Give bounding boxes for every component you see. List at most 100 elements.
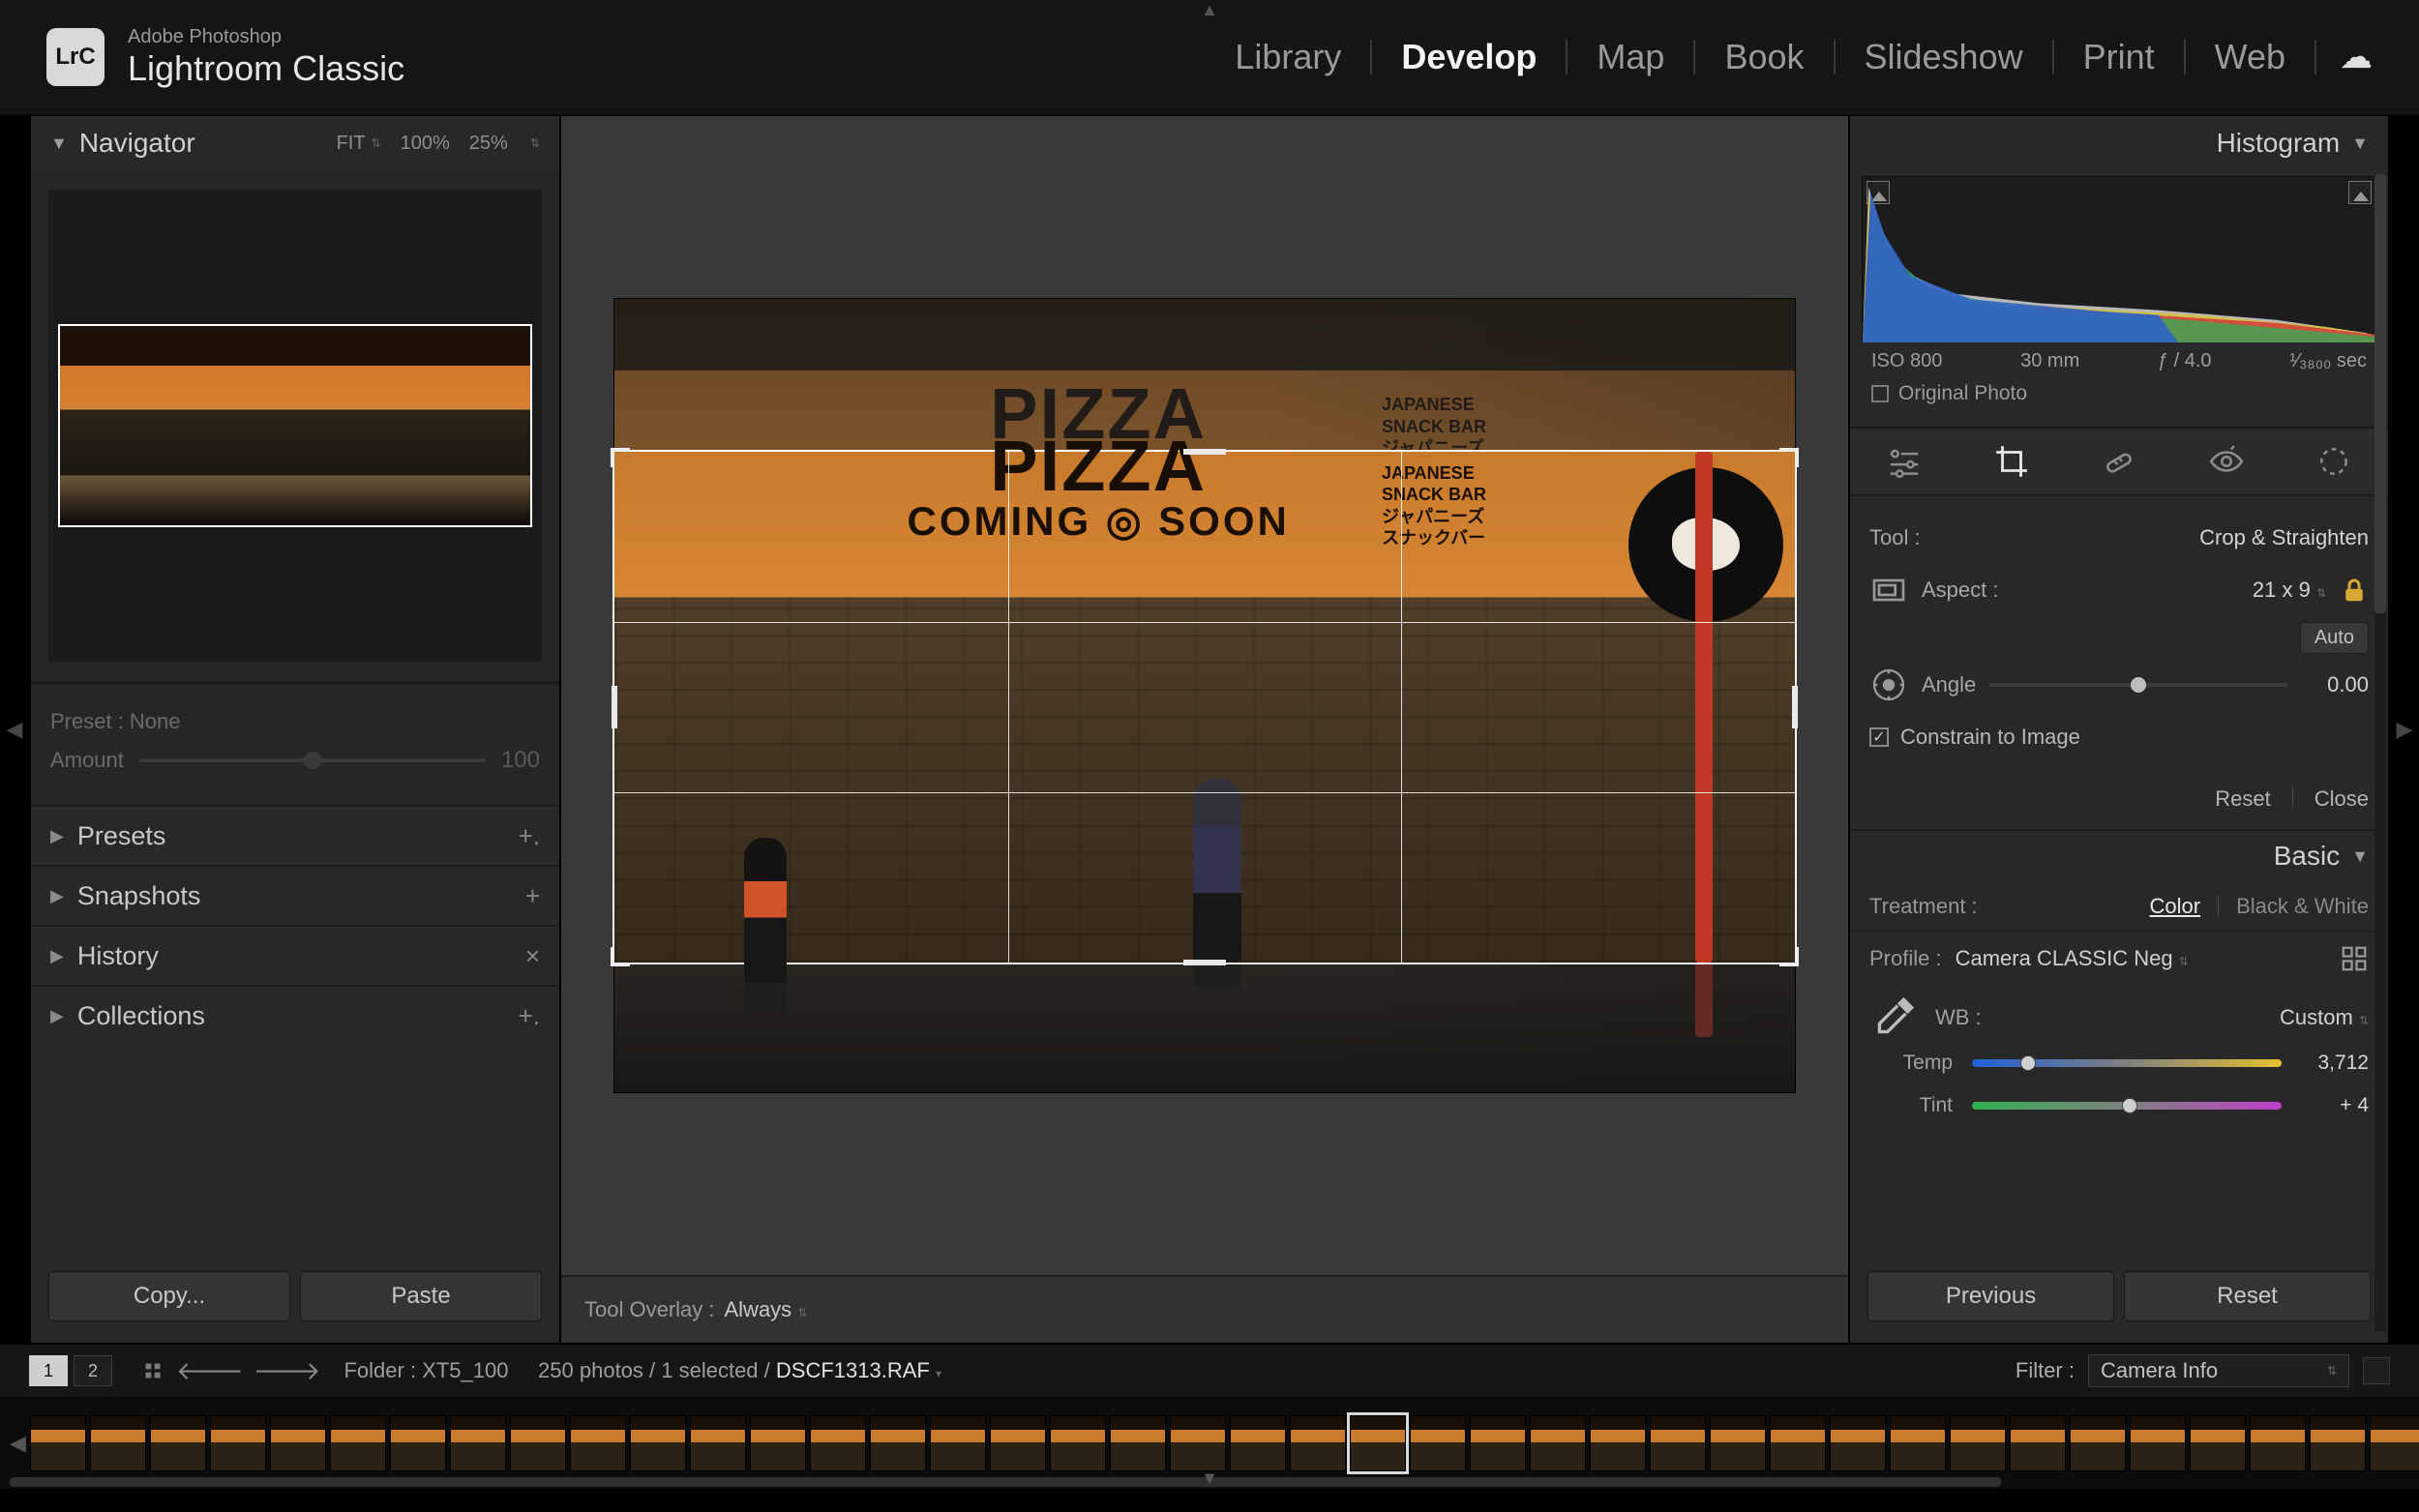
- navigator-preview[interactable]: [31, 170, 559, 683]
- edit-tool-icon[interactable]: [1883, 440, 1926, 483]
- navigator-zoom[interactable]: FIT⇅ 100% 25% ⇅: [337, 133, 540, 155]
- filmstrip-thumb[interactable]: [1170, 1415, 1226, 1471]
- filmstrip-thumb[interactable]: [2250, 1415, 2306, 1471]
- bottom-collapse-caret[interactable]: ▼: [1201, 1468, 1218, 1489]
- crop-close-button[interactable]: Close: [2314, 786, 2369, 812]
- reset-button[interactable]: Reset: [2124, 1271, 2371, 1321]
- filmstrip-left-icon[interactable]: ◀: [10, 1431, 26, 1456]
- accordion-history[interactable]: ▶History×: [31, 925, 559, 985]
- heal-tool-icon[interactable]: [2098, 440, 2140, 483]
- filmstrip-thumb[interactable]: [1290, 1415, 1346, 1471]
- crop-handle-top[interactable]: [1183, 449, 1226, 455]
- treatment-bw[interactable]: Black & White: [2236, 894, 2369, 919]
- module-print[interactable]: Print: [2066, 37, 2172, 77]
- profile-browser-icon[interactable]: [2340, 944, 2369, 973]
- accordion-snapshots[interactable]: ▶Snapshots+: [31, 865, 559, 925]
- previous-button[interactable]: Previous: [1867, 1271, 2114, 1321]
- filmstrip-thumb[interactable]: [150, 1415, 206, 1471]
- filmstrip-thumb[interactable]: [330, 1415, 386, 1471]
- filmstrip-thumb[interactable]: [810, 1415, 866, 1471]
- original-photo-toggle[interactable]: Original Photo: [1862, 378, 2376, 417]
- tint-value[interactable]: + 4: [2291, 1094, 2369, 1117]
- filmstrip-thumb[interactable]: [2010, 1415, 2066, 1471]
- filmstrip-thumb[interactable]: [90, 1415, 146, 1471]
- filmstrip-thumb[interactable]: [1590, 1415, 1646, 1471]
- histogram-header[interactable]: Histogram▼: [1850, 116, 2388, 170]
- module-map[interactable]: Map: [1579, 37, 1682, 77]
- crop-corner-br[interactable]: [1779, 947, 1799, 966]
- filmstrip[interactable]: ◀ ▶ ▼: [0, 1397, 2419, 1489]
- view-secondary[interactable]: 2: [74, 1355, 112, 1386]
- accordion-presets[interactable]: ▶Presets+.: [31, 805, 559, 865]
- filmstrip-thumb[interactable]: [570, 1415, 626, 1471]
- top-collapse-caret[interactable]: ▲: [1201, 0, 1218, 20]
- module-book[interactable]: Book: [1707, 37, 1821, 77]
- aspect-icon[interactable]: [1869, 571, 1908, 609]
- filmstrip-thumb[interactable]: [1770, 1415, 1826, 1471]
- zoom-100[interactable]: 100%: [401, 133, 450, 155]
- treatment-color[interactable]: Color: [2149, 894, 2200, 919]
- crop-handle-right[interactable]: [1792, 686, 1798, 728]
- filmstrip-thumb[interactable]: [1050, 1415, 1106, 1471]
- filter-dropdown[interactable]: Camera Info⇅: [2088, 1354, 2349, 1387]
- filmstrip-thumb[interactable]: [30, 1415, 86, 1471]
- angle-value[interactable]: 0.00: [2301, 672, 2369, 697]
- constrain-checkbox[interactable]: ✓: [1869, 727, 1889, 747]
- histogram[interactable]: [1862, 176, 2376, 341]
- accordion-collections[interactable]: ▶Collections+.: [31, 985, 559, 1045]
- filmstrip-thumb[interactable]: [1890, 1415, 1946, 1471]
- filmstrip-thumb[interactable]: [2070, 1415, 2126, 1471]
- filter-switch-icon[interactable]: [2363, 1357, 2390, 1384]
- breadcrumb[interactable]: Folder : XT5_100 250 photos / 1 selected…: [343, 1358, 941, 1383]
- zoom-fit[interactable]: FIT⇅: [337, 133, 381, 155]
- crop-rectangle[interactable]: PIZZACOMING ◎ SOON JAPANESESNACK BARジャパニ…: [614, 452, 1795, 963]
- temp-slider[interactable]: [1972, 1059, 2282, 1067]
- crop-corner-bl[interactable]: [611, 947, 630, 966]
- amount-slider[interactable]: [139, 758, 486, 762]
- filmstrip-thumb[interactable]: [2310, 1415, 2366, 1471]
- crop-corner-tl[interactable]: [611, 448, 630, 467]
- module-slideshow[interactable]: Slideshow: [1847, 37, 2041, 77]
- crop-tool-icon[interactable]: [1990, 440, 2033, 483]
- filmstrip-thumb[interactable]: [1470, 1415, 1526, 1471]
- redeye-tool-icon[interactable]: [2205, 440, 2248, 483]
- angle-auto-button[interactable]: Auto: [2300, 622, 2369, 654]
- wb-eyedropper-icon[interactable]: [1869, 993, 1918, 1042]
- tint-slider[interactable]: [1972, 1102, 2282, 1110]
- filmstrip-thumb[interactable]: [690, 1415, 746, 1471]
- crop-handle-left[interactable]: [612, 686, 617, 728]
- grid-view-icon[interactable]: [135, 1355, 170, 1386]
- aspect-lock-icon[interactable]: [2340, 576, 2369, 605]
- module-develop[interactable]: Develop: [1384, 37, 1554, 77]
- copy-button[interactable]: Copy...: [48, 1271, 290, 1321]
- aspect-value[interactable]: 21 x 9 ⇅: [2253, 578, 2326, 603]
- left-edge-collapse[interactable]: ◀: [0, 116, 29, 1343]
- crop-reset-button[interactable]: Reset: [2215, 786, 2270, 812]
- filmstrip-thumb[interactable]: [630, 1415, 686, 1471]
- filmstrip-thumb[interactable]: [450, 1415, 506, 1471]
- tool-overlay-value[interactable]: Always ⇅: [725, 1297, 808, 1322]
- filmstrip-thumb[interactable]: [1110, 1415, 1166, 1471]
- crop-handle-bottom[interactable]: [1183, 960, 1226, 965]
- mask-tool-icon[interactable]: [2313, 440, 2355, 483]
- filmstrip-thumb[interactable]: [270, 1415, 326, 1471]
- filmstrip-thumb[interactable]: [2370, 1415, 2419, 1471]
- paste-button[interactable]: Paste: [300, 1271, 542, 1321]
- angle-slider[interactable]: [1989, 683, 2287, 687]
- filmstrip-thumb[interactable]: [930, 1415, 986, 1471]
- filmstrip-thumb[interactable]: [1650, 1415, 1706, 1471]
- navigator-header[interactable]: ▼ Navigator FIT⇅ 100% 25% ⇅: [31, 116, 559, 170]
- filmstrip-thumb[interactable]: [990, 1415, 1046, 1471]
- filmstrip-thumb[interactable]: [870, 1415, 926, 1471]
- filmstrip-thumb[interactable]: [1710, 1415, 1766, 1471]
- angle-icon[interactable]: [1869, 666, 1908, 704]
- filmstrip-thumb[interactable]: [1830, 1415, 1886, 1471]
- module-web[interactable]: Web: [2197, 37, 2303, 77]
- zoom-25[interactable]: 25% ⇅: [469, 133, 540, 155]
- filmstrip-thumb[interactable]: [1530, 1415, 1586, 1471]
- filmstrip-thumb[interactable]: [390, 1415, 446, 1471]
- nav-back-icon[interactable]: 🡐: [176, 1356, 244, 1386]
- filmstrip-thumb[interactable]: [510, 1415, 566, 1471]
- filmstrip-thumb[interactable]: [1410, 1415, 1466, 1471]
- profile-row[interactable]: Profile : Camera CLASSIC Neg ⇅: [1850, 932, 2388, 986]
